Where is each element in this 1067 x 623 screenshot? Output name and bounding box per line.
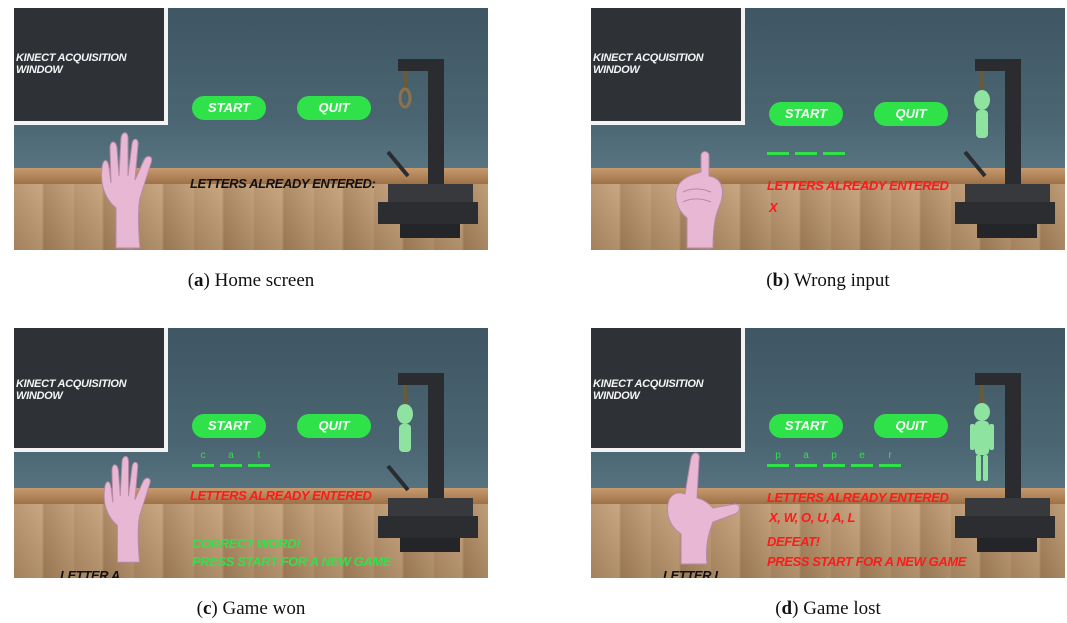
word-slots: c a t xyxy=(192,450,270,467)
word-slots: p a p e r xyxy=(767,450,901,467)
quit-button[interactable]: QUIT xyxy=(297,414,371,438)
kinect-acquisition-window: KINECT ACQUISITION WINDOW xyxy=(591,8,745,125)
quit-button[interactable]: QUIT xyxy=(297,96,371,120)
start-button[interactable]: START xyxy=(769,414,843,438)
caption-letter: a xyxy=(194,270,204,291)
start-button[interactable]: START xyxy=(769,102,843,126)
panel-game-won: KINECT ACQUISITION WINDOW START QUIT c a… xyxy=(14,328,488,623)
letter-slot: p xyxy=(823,450,845,467)
letters-entered-value: X, W, O, U, A, L xyxy=(769,510,856,525)
letter-slot xyxy=(767,138,789,155)
status-message: CORRECT WORD! xyxy=(192,536,301,551)
kinect-window-label: KINECT ACQUISITION WINDOW xyxy=(16,52,127,76)
letters-entered-title: LETTERS ALREADY ENTERED xyxy=(767,178,949,193)
letter-slot xyxy=(823,138,845,155)
letter-slot: r xyxy=(879,450,901,467)
kinect-acquisition-window: KINECT ACQUISITION WINDOW xyxy=(14,8,168,125)
recognized-letter-label: LETTER L xyxy=(663,568,722,578)
gallows-icon xyxy=(378,59,478,238)
status-message: DEFEAT! xyxy=(767,534,820,549)
gallows-icon xyxy=(955,373,1055,552)
letter-slot: p xyxy=(767,450,789,467)
caption-letter: d xyxy=(781,598,793,619)
caption: (c) Game won xyxy=(196,598,306,619)
letters-entered-title: LETTERS ALREADY ENTERED xyxy=(767,490,949,505)
kinect-window-label: KINECT ACQUISITION WINDOW xyxy=(593,378,704,402)
caption-letter: c xyxy=(202,598,212,619)
panel-wrong-input: KINECT ACQUISITION WINDOW START QUIT LET… xyxy=(591,8,1065,298)
gallows-icon xyxy=(955,59,1055,238)
l-sign-hand-cursor-icon xyxy=(667,452,740,565)
letter-slot: e xyxy=(851,450,873,467)
letter-slot: t xyxy=(248,450,270,467)
letter-slot: a xyxy=(795,450,817,467)
closed-fist-cursor-icon xyxy=(675,151,723,249)
start-button[interactable]: START xyxy=(192,96,266,120)
quit-button[interactable]: QUIT xyxy=(874,414,948,438)
caption: (d) Game lost xyxy=(775,598,881,619)
status-message: PRESS START FOR A NEW GAME xyxy=(767,554,967,569)
gallows-icon xyxy=(378,373,478,552)
game-scene: KINECT ACQUISITION WINDOW START QUIT c a… xyxy=(14,328,488,578)
letters-entered-title: LETTERS ALREADY ENTERED xyxy=(190,488,372,503)
open-hand-cursor-icon xyxy=(103,455,151,563)
kinect-window-label: KINECT ACQUISITION WINDOW xyxy=(593,52,704,76)
panel-game-lost: KINECT ACQUISITION WINDOW START QUIT p a… xyxy=(591,328,1065,623)
kinect-window-label: KINECT ACQUISITION WINDOW xyxy=(16,378,127,402)
start-button[interactable]: START xyxy=(192,414,266,438)
caption-text: Home screen xyxy=(214,270,315,291)
caption-text: Wrong input xyxy=(793,270,890,291)
word-slots xyxy=(767,138,845,155)
caption-text: Game won xyxy=(222,598,306,619)
caption: (b) Wrong input xyxy=(766,270,890,291)
panel-home-screen: KINECT ACQUISITION WINDOW START QUIT LET… xyxy=(14,8,488,298)
letter-slot xyxy=(795,138,817,155)
kinect-acquisition-window: KINECT ACQUISITION WINDOW xyxy=(14,328,168,452)
game-scene: KINECT ACQUISITION WINDOW START QUIT p a… xyxy=(591,328,1065,578)
letter-slot: a xyxy=(220,450,242,467)
open-hand-cursor-icon xyxy=(101,132,153,249)
caption: (a) Home screen xyxy=(187,270,315,291)
letters-entered-value: X xyxy=(769,200,778,215)
game-scene: KINECT ACQUISITION WINDOW START QUIT LET… xyxy=(14,8,488,250)
game-scene: KINECT ACQUISITION WINDOW START QUIT LET… xyxy=(591,8,1065,250)
caption-text: Game lost xyxy=(803,598,881,619)
caption-letter: b xyxy=(772,270,784,291)
kinect-acquisition-window: KINECT ACQUISITION WINDOW xyxy=(591,328,745,452)
letter-slot: c xyxy=(192,450,214,467)
quit-button[interactable]: QUIT xyxy=(874,102,948,126)
status-message: PRESS START FOR A NEW GAME xyxy=(192,554,392,569)
recognized-letter-label: LETTER A xyxy=(60,568,120,578)
letters-entered-title: LETTERS ALREADY ENTERED: xyxy=(190,176,376,191)
